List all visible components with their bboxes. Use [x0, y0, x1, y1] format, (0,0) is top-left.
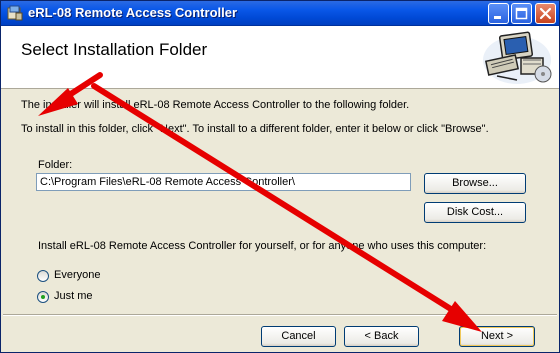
cancel-button[interactable]: Cancel	[261, 326, 336, 347]
radio-just-me[interactable]	[37, 291, 49, 303]
installer-app-icon	[7, 5, 23, 21]
page-title: Select Installation Folder	[21, 40, 208, 59]
disk-cost-button[interactable]: Disk Cost...	[424, 202, 526, 223]
folder-label: Folder:	[38, 159, 73, 171]
radio-everyone[interactable]	[37, 270, 49, 282]
intro-text: The installer will install eRL-08 Remote…	[21, 99, 410, 111]
footer-divider	[3, 314, 557, 316]
installer-window: eRL-08 Remote Access Controller Select I…	[0, 0, 560, 353]
window-title: eRL-08 Remote Access Controller	[28, 5, 238, 20]
next-button[interactable]: Next >	[459, 326, 535, 347]
instructions-text: To install in this folder, click "Next".…	[21, 123, 489, 135]
computer-setup-icon	[483, 31, 552, 84]
radio-just-me-label[interactable]: Just me	[54, 290, 93, 302]
minimize-icon	[494, 16, 501, 19]
maximize-button[interactable]	[511, 3, 532, 24]
close-button[interactable]	[535, 3, 556, 24]
wizard-header: Select Installation Folder	[1, 26, 559, 89]
install-for-text: Install eRL-08 Remote Access Controller …	[38, 240, 487, 252]
browse-button[interactable]: Browse...	[424, 173, 526, 194]
maximize-icon	[515, 7, 528, 20]
minimize-button[interactable]	[488, 3, 509, 24]
title-bar[interactable]: eRL-08 Remote Access Controller	[1, 1, 559, 26]
folder-path-input[interactable]	[36, 173, 411, 191]
radio-everyone-label[interactable]: Everyone	[54, 269, 100, 281]
radio-selected-dot	[41, 295, 45, 299]
back-button[interactable]: < Back	[344, 326, 419, 347]
close-icon	[539, 7, 552, 20]
